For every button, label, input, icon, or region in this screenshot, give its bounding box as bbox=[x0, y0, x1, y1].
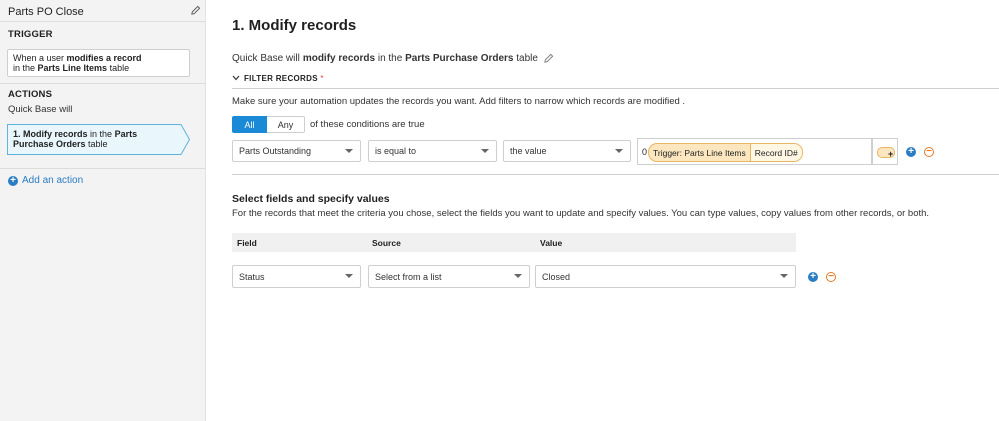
caret-down-icon bbox=[615, 149, 623, 153]
add-action-button[interactable]: + Add an action bbox=[8, 175, 83, 186]
add-filter-button[interactable]: + bbox=[906, 147, 916, 157]
trigger-text: in the bbox=[13, 63, 38, 73]
column-header-field: Field bbox=[237, 238, 257, 248]
pill-source: Trigger: Parts Line Items bbox=[653, 147, 746, 158]
filter-value-type-value: the value bbox=[510, 146, 547, 156]
filter-operator-value: is equal to bbox=[375, 146, 417, 156]
pencil-icon[interactable] bbox=[190, 5, 201, 16]
trigger-card[interactable]: When a user modifies a record in the Par… bbox=[7, 49, 190, 77]
toggle-any-button[interactable]: Any bbox=[267, 116, 305, 133]
plus-circle-icon: + bbox=[8, 175, 18, 186]
trigger-label: TRIGGER bbox=[8, 29, 53, 40]
source-value: Select from a list bbox=[375, 271, 442, 282]
action-item-label: 1. Modify records in the Parts Purchase … bbox=[13, 129, 138, 149]
caret-down-icon bbox=[345, 274, 353, 278]
page-title: 1. Modify records bbox=[232, 17, 357, 34]
all-any-toggle: All Any bbox=[232, 116, 305, 133]
filter-field-value: Parts Outstanding bbox=[239, 146, 312, 156]
divider bbox=[0, 168, 205, 169]
remove-field-button[interactable]: − bbox=[826, 272, 836, 282]
trigger-action: modifies a record bbox=[66, 53, 142, 63]
divider bbox=[0, 83, 205, 84]
field-token-pill[interactable]: Trigger: Parts Line Items Record ID# bbox=[648, 143, 803, 162]
field-select[interactable]: Status bbox=[232, 265, 361, 288]
chevron-down-icon bbox=[232, 75, 240, 81]
actions-subtitle: Quick Base will bbox=[8, 104, 73, 115]
field-value: Status bbox=[239, 271, 265, 282]
conditions-text: of these conditions are true bbox=[310, 119, 425, 130]
value-prefix: 0 bbox=[642, 147, 648, 157]
caret-down-icon bbox=[514, 274, 522, 278]
action-item-modify-records[interactable]: 1. Modify records in the Parts Purchase … bbox=[7, 124, 190, 155]
actions-label: ACTIONS bbox=[8, 89, 53, 100]
trigger-text: When a user bbox=[13, 53, 67, 63]
table-header: Field Source Value bbox=[232, 233, 796, 252]
toggle-all-button[interactable]: All bbox=[232, 116, 267, 133]
divider bbox=[232, 174, 999, 175]
sidebar: Parts PO Close TRIGGER When a user modif… bbox=[0, 0, 206, 421]
source-select[interactable]: Select from a list bbox=[368, 265, 530, 288]
action-description: Quick Base will modify records in the Pa… bbox=[232, 53, 554, 64]
caret-down-icon bbox=[481, 149, 489, 153]
section-title: Select fields and specify values bbox=[232, 193, 390, 205]
section-description: For the records that meet the criteria y… bbox=[232, 208, 930, 219]
trigger-text: table bbox=[107, 63, 130, 73]
caret-down-icon bbox=[780, 274, 788, 278]
filter-records-toggle[interactable]: FILTER RECORDS * bbox=[232, 74, 324, 83]
filter-help-text: Make sure your automation updates the re… bbox=[232, 96, 686, 107]
value-select[interactable]: Closed bbox=[535, 265, 796, 288]
value-value: Closed bbox=[542, 271, 571, 282]
pencil-icon[interactable] bbox=[543, 53, 554, 64]
divider bbox=[0, 21, 205, 22]
filter-operator-select[interactable]: is equal to bbox=[368, 140, 497, 162]
pill-field: Record ID# bbox=[749, 144, 802, 161]
filter-field-select[interactable]: Parts Outstanding bbox=[232, 140, 361, 162]
add-field-button[interactable]: + bbox=[808, 272, 818, 282]
caret-down-icon bbox=[345, 149, 353, 153]
divider bbox=[232, 88, 999, 89]
remove-filter-button[interactable]: − bbox=[924, 147, 934, 157]
column-header-value: Value bbox=[540, 238, 563, 248]
add-action-label: Add an action bbox=[22, 175, 84, 186]
filter-value-type-select[interactable]: the value bbox=[503, 140, 631, 162]
automation-title: Parts PO Close bbox=[8, 6, 84, 18]
plus-icon: + bbox=[888, 149, 894, 159]
trigger-table: Parts Line Items bbox=[37, 63, 108, 73]
column-header-source: Source bbox=[372, 238, 401, 248]
filter-value-input[interactable]: 0 Trigger: Parts Line Items Record ID# bbox=[637, 138, 872, 165]
insert-field-button[interactable]: + bbox=[872, 138, 898, 165]
